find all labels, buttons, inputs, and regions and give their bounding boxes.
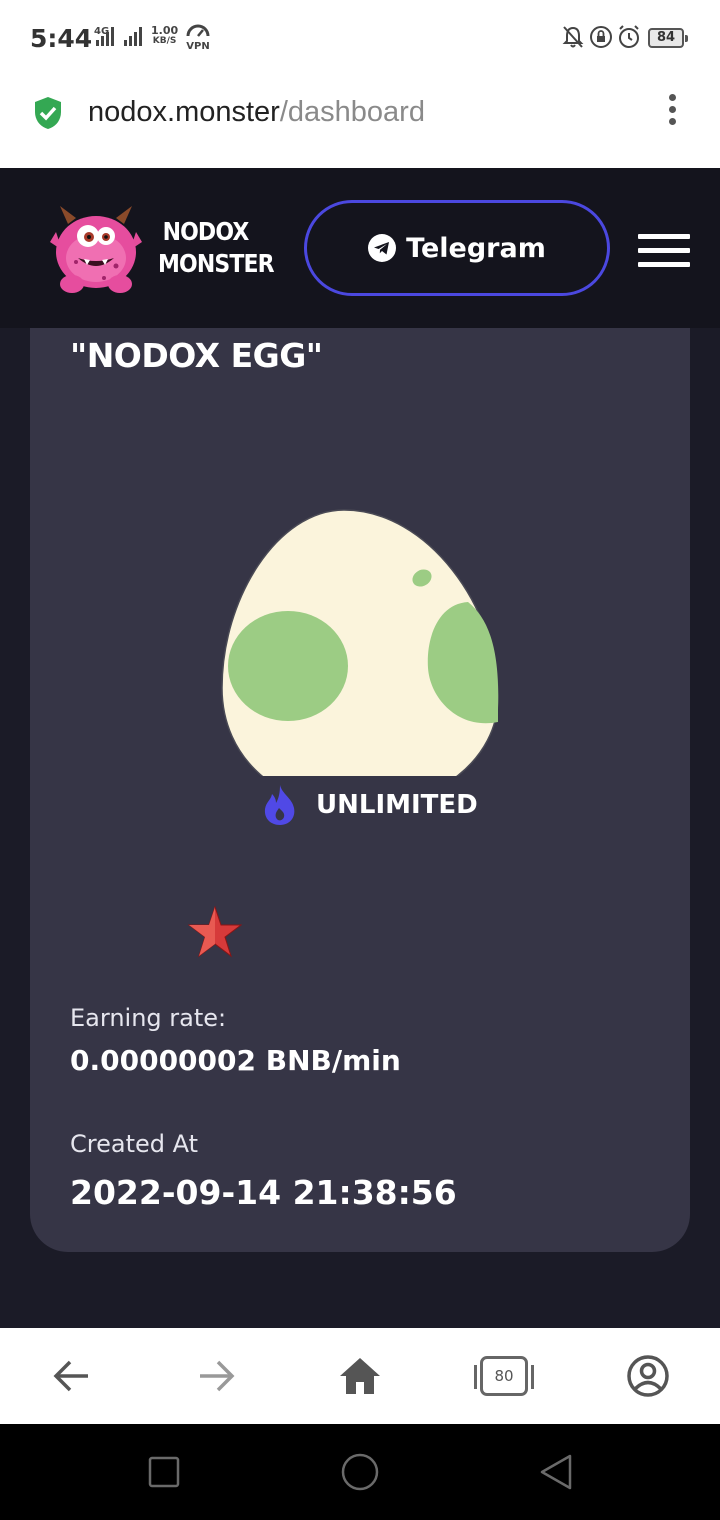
tier-label: UNLIMITED	[316, 790, 478, 820]
home-icon[interactable]	[336, 1352, 384, 1400]
vpn-icon: VPN	[185, 24, 211, 52]
account-icon[interactable]	[624, 1352, 672, 1400]
brand-line-2: MONSTER	[158, 249, 275, 278]
telegram-button[interactable]: Telegram	[304, 200, 610, 296]
battery-indicator: 84	[648, 28, 688, 48]
tabs-icon[interactable]: 80	[474, 1356, 534, 1396]
speed-unit: KB/S	[152, 36, 177, 46]
url-path: /dashboard	[279, 96, 425, 128]
earning-rate-value: 0.00000002 BNB/min	[70, 1044, 401, 1077]
vpn-label: VPN	[186, 41, 209, 50]
bell-off-icon	[562, 26, 584, 48]
url-host: nodox.monster	[88, 96, 280, 128]
kebab-menu-icon[interactable]	[662, 94, 682, 134]
back-arrow-icon[interactable]	[48, 1352, 96, 1400]
tier-badge: UNLIMITED	[262, 784, 478, 826]
hamburger-icon[interactable]	[638, 234, 690, 268]
brand-name[interactable]: NODOX MONSTER	[158, 216, 275, 280]
lock-rotation-icon	[590, 26, 612, 48]
status-bar: 5:44 4G 1.00 KB/S VPN 84	[0, 0, 720, 72]
url-text[interactable]: nodox.monster/dashboard	[88, 96, 425, 129]
created-at-value: 2022-09-14 21:38:56	[70, 1173, 457, 1212]
back-triangle-icon[interactable]	[536, 1452, 576, 1492]
brand-line-1: NODOX	[162, 217, 250, 246]
network-speed: 1.00 KB/S	[151, 25, 178, 47]
system-navigation	[0, 1424, 720, 1520]
shield-check-icon[interactable]	[33, 96, 63, 130]
signal-icon	[124, 26, 142, 46]
site-header: NODOX MONSTER Telegram	[0, 168, 720, 328]
address-bar: nodox.monster/dashboard	[0, 72, 720, 168]
speed-value: 1.00	[151, 24, 179, 37]
earning-rate-label: Earning rate:	[70, 1004, 227, 1032]
nft-card: "NODOX EGG" UNLIMITED Earning rate: 0.00…	[30, 328, 690, 1252]
egg-image	[221, 509, 499, 776]
status-time: 5:44	[30, 24, 93, 53]
flame-icon	[264, 785, 295, 825]
monster-logo[interactable]	[44, 202, 148, 296]
web-page: NODOX MONSTER Telegram "NODOX EGG" UNLIM…	[0, 168, 720, 1328]
forward-arrow-icon[interactable]	[192, 1352, 240, 1400]
signal-icon	[96, 26, 114, 46]
card-title: "NODOX EGG"	[70, 336, 323, 375]
browser-toolbar: 80	[0, 1328, 720, 1424]
telegram-icon	[368, 234, 397, 262]
created-at-label: Created At	[70, 1130, 199, 1158]
alarm-icon	[619, 25, 639, 48]
recents-icon[interactable]	[144, 1452, 184, 1492]
star-icon	[188, 906, 242, 958]
telegram-label: Telegram	[406, 232, 546, 264]
home-circle-icon[interactable]	[340, 1452, 380, 1492]
